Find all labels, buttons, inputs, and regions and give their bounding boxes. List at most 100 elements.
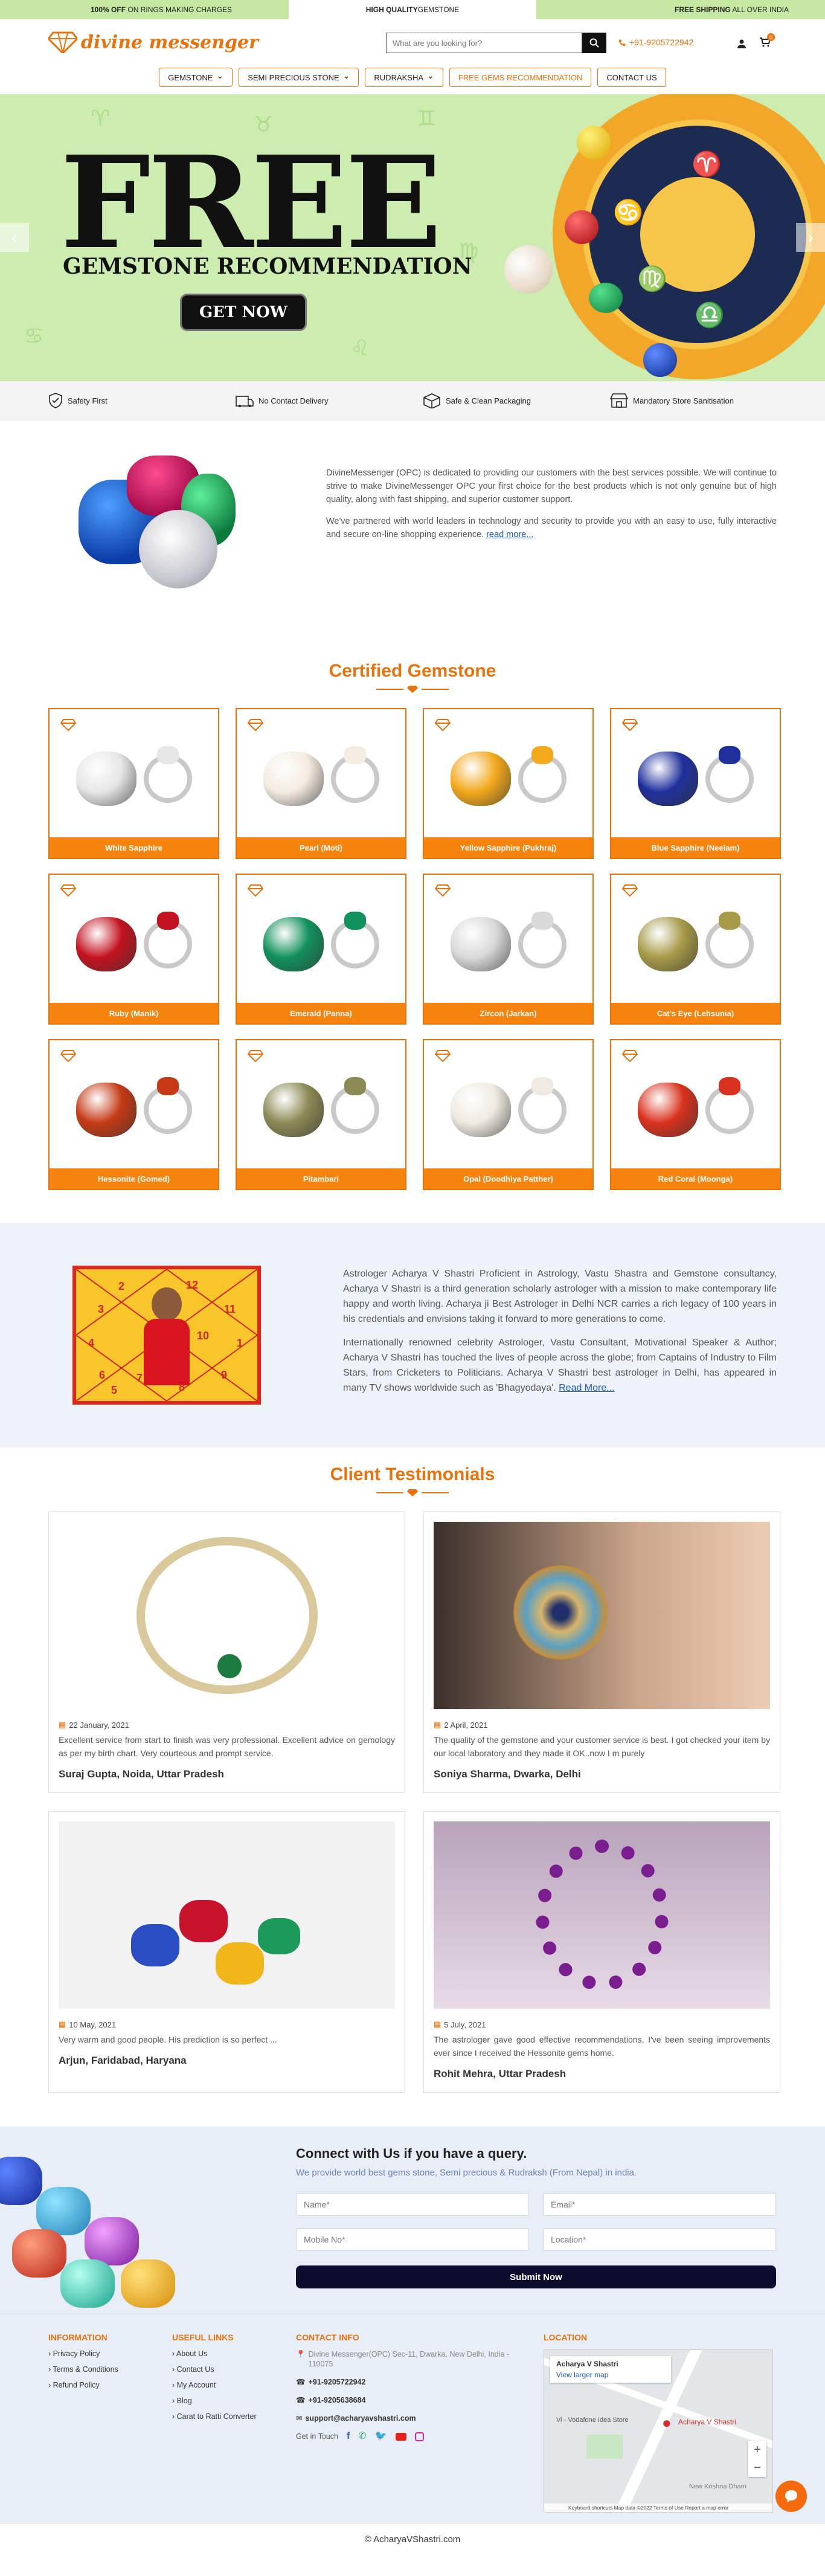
main-nav: GEMSTONE ⌄ SEMI PRECIOUS STONE ⌄ RUDRAKSHA ⌄ F… <box>141 65 684 94</box>
get-now-button[interactable]: GET NOW <box>180 294 307 331</box>
header-phone[interactable]: +91-9205722942 <box>618 37 693 47</box>
gemstone-label: Opal (Doodhiya Patther) <box>424 1168 592 1189</box>
gem-pile-image <box>0 2151 205 2308</box>
zoom-out-button[interactable]: − <box>754 2461 761 2475</box>
feature-packaging: Safe & Clean Packaging <box>423 393 610 408</box>
gemstone-image <box>237 893 405 996</box>
location-field[interactable] <box>543 2228 776 2251</box>
nav-item-gemstone[interactable]: GEMSTONE ⌄ <box>159 68 233 87</box>
gemstone-card[interactable]: Hessonite (Gomed) <box>48 1039 219 1190</box>
nav-item-contact-us[interactable]: CONTACT US <box>597 68 666 87</box>
testimonial-image <box>434 1522 770 1709</box>
gemstone-label: Zircon (Jarkan) <box>424 1003 592 1023</box>
view-larger-map-link[interactable]: View larger map <box>556 2371 665 2379</box>
read-more-link[interactable]: read more... <box>486 530 533 539</box>
gemstone-card[interactable]: Pearl (Moti) <box>236 708 406 859</box>
map-pin-label: Acharya V Shastri <box>678 2418 737 2426</box>
slider-prev-button[interactable]: ‹ <box>0 223 29 252</box>
whatsapp-icon[interactable]: ✆ <box>358 2432 366 2441</box>
search-button[interactable] <box>582 33 606 53</box>
gemstone-image <box>611 1058 780 1161</box>
nav-label: CONTACT US <box>606 72 657 82</box>
cart-button[interactable]: 0 <box>760 33 775 49</box>
chevron-right-icon: › <box>172 2412 177 2421</box>
zodiac-wheel-image: ♈ ♋ ♍ ♎ <box>553 94 825 379</box>
copyright: © AcharyaVShastri.com <box>0 2524 825 2554</box>
slider-next-button[interactable]: › <box>796 223 825 252</box>
chevron-down-icon: ⌄ <box>427 70 434 80</box>
social-links: Get in Touch f ✆ 🐦 <box>296 2432 531 2441</box>
location-pin-icon: 📍 <box>296 2350 306 2359</box>
instagram-icon[interactable] <box>414 2432 424 2441</box>
nav-item-rudraksha[interactable]: RUDRAKSHA ⌄ <box>365 68 443 87</box>
testimonial-card: ▦ 5 July, 2021 The astrologer gave good ef… <box>423 1811 780 2093</box>
user-icon[interactable] <box>737 39 746 48</box>
astrologer-section: 12 3 2 11 10 4 1 7 8 9 6 5 Astrologer Ac… <box>0 1223 825 1447</box>
certified-title: Certified Gemstone <box>329 661 496 681</box>
name-field[interactable] <box>296 2193 529 2216</box>
footer-link[interactable]: › Privacy Policy <box>48 2349 118 2358</box>
headset-icon: ☎ <box>296 2378 306 2386</box>
read-more-link[interactable]: Read More... <box>559 1383 614 1393</box>
footer-link[interactable]: › Refund Policy <box>48 2381 118 2389</box>
nav-item-semi-precious-stone[interactable]: SEMI PRECIOUS STONE ⌄ <box>239 68 359 87</box>
footer-phone-2[interactable]: ☎ +91-9205638684 <box>296 2395 531 2405</box>
gemstone-image <box>50 1058 218 1161</box>
site-footer: INFORMATION › Privacy Policy › Terms & Co… <box>0 2314 825 2524</box>
gemstone-card[interactable]: Blue Sapphire (Neelam) <box>610 708 781 859</box>
footer-link[interactable]: › My Account <box>172 2381 257 2389</box>
email-field[interactable] <box>543 2193 776 2216</box>
gemstone-card[interactable]: Pitambari <box>236 1039 406 1190</box>
gemstone-label: Red Coral (Moonga) <box>611 1168 780 1189</box>
facebook-icon[interactable]: f <box>347 2432 350 2441</box>
location-map[interactable]: Acharya V Shastri View larger map Vi - V… <box>544 2349 773 2513</box>
footer-link[interactable]: › Contact Us <box>172 2365 257 2374</box>
gemstone-card[interactable]: White Sapphire <box>48 708 219 859</box>
zoom-in-button[interactable]: + <box>754 2443 761 2457</box>
testimonial-date: ▦ 22 January, 2021 <box>59 1720 129 1730</box>
footer-link[interactable]: › Blog <box>172 2397 257 2405</box>
astrologer-chart-image: 12 3 2 11 10 4 1 7 8 9 6 5 <box>72 1266 261 1405</box>
gemstone-card[interactable]: Yellow Sapphire (Pukhraj) <box>423 708 594 859</box>
gemstone-card[interactable]: Red Coral (Moonga) <box>610 1039 781 1190</box>
testimonial-card: ▦ 10 May, 2021 Very warm and good people. … <box>48 1811 405 2093</box>
twitter-icon[interactable]: 🐦 <box>375 2432 387 2441</box>
footer-phone-1[interactable]: ☎ +91-9205722942 <box>296 2377 531 2387</box>
gemstone-label: Ruby (Manik) <box>50 1003 218 1023</box>
about-paragraph: DivineMessenger (OPC) is dedicated to pr… <box>326 468 777 504</box>
testimonial-author: Soniya Sharma, Dwarka, Delhi <box>434 1768 581 1780</box>
submit-button[interactable]: Submit Now <box>296 2265 776 2288</box>
gemstone-label: Cat's Eye (Lehsunia) <box>611 1003 780 1023</box>
map-info-card: Acharya V Shastri View larger map <box>550 2356 671 2383</box>
chevron-down-icon: ⌄ <box>342 70 350 80</box>
testimonial-author: Rohit Mehra, Uttar Pradesh <box>434 2068 567 2079</box>
promo-left: 100% OFF ON RINGS MAKING CHARGES <box>91 5 233 14</box>
gemstone-grid: White Sapphire Pearl (Moti) Yellow Sapphir… <box>0 708 825 1190</box>
search-input[interactable] <box>386 33 582 53</box>
gemstone-card[interactable]: Cat's Eye (Lehsunia) <box>610 874 781 1025</box>
mobile-field[interactable] <box>296 2228 529 2251</box>
package-icon <box>423 393 440 408</box>
gemstone-image <box>424 1058 592 1161</box>
site-logo[interactable]: divine messenger <box>48 31 258 53</box>
gemstone-card[interactable]: Opal (Doodhiya Patther) <box>423 1039 594 1190</box>
diamond-icon <box>407 686 418 693</box>
footer-useful-links: USEFUL LINKS › About Us › Contact Us › My … <box>172 2333 257 2421</box>
chevron-right-icon: › <box>48 2381 53 2389</box>
shield-icon <box>49 393 62 408</box>
gemstone-label: Pearl (Moti) <box>237 837 405 858</box>
gemstone-card[interactable]: Zircon (Jarkan) <box>423 874 594 1025</box>
chat-button[interactable] <box>775 2481 807 2512</box>
gemstone-card[interactable]: Ruby (Manik) <box>48 874 219 1025</box>
gemstone-image <box>50 893 218 996</box>
gemstone-label: Pitambari <box>237 1168 405 1189</box>
footer-email[interactable]: ✉ support@acharyavshastri.com <box>296 2413 531 2423</box>
calendar-icon: ▦ <box>59 1720 66 1729</box>
footer-link[interactable]: › Carat to Ratti Converter <box>172 2412 257 2421</box>
footer-link[interactable]: › About Us <box>172 2349 257 2358</box>
chevron-right-icon: › <box>172 2365 177 2374</box>
youtube-icon[interactable] <box>395 2432 406 2441</box>
gemstone-card[interactable]: Emerald (Panna) <box>236 874 406 1025</box>
footer-link[interactable]: › Terms & Conditions <box>48 2365 118 2374</box>
nav-item-free-gems-recommendation[interactable]: FREE GEMS RECOMMENDATION <box>449 68 592 87</box>
